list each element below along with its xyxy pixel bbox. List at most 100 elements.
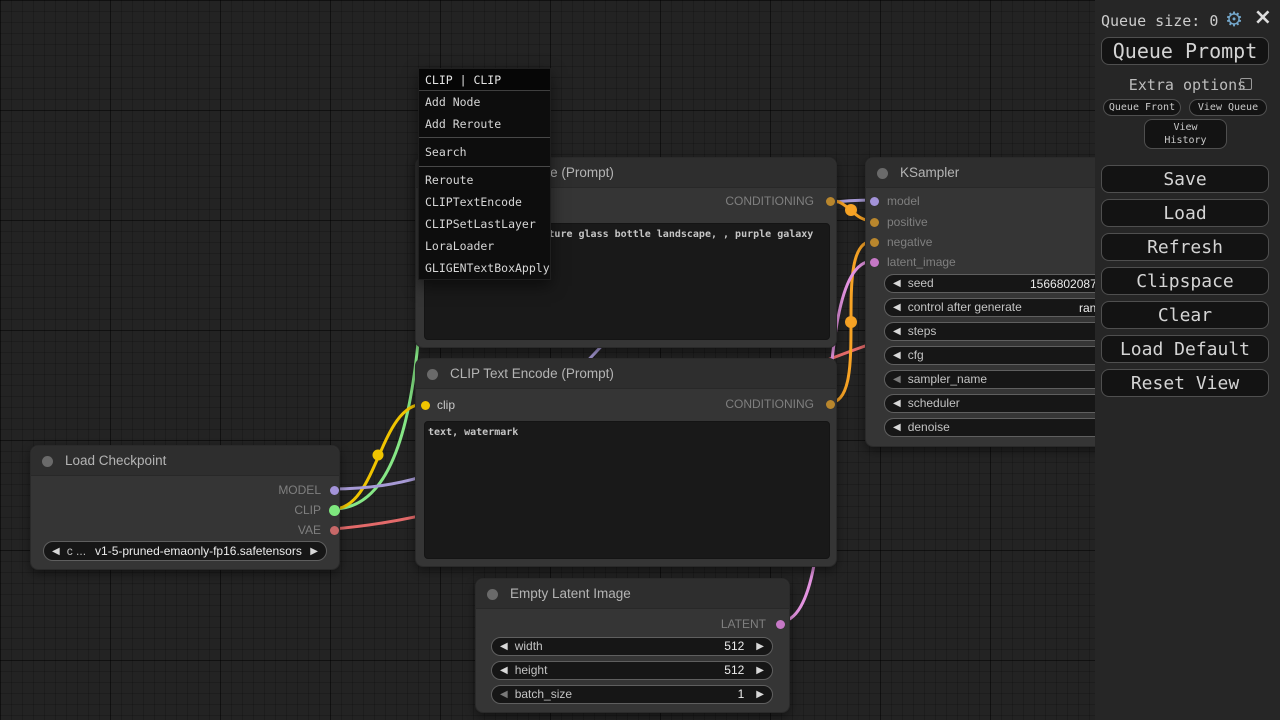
clipspace-button[interactable]: Clipspace <box>1101 267 1269 295</box>
node-title-bar[interactable]: Load Checkpoint <box>31 446 339 476</box>
widget-batch-size[interactable]: ◀ batch_size 1 ▶ <box>491 685 773 704</box>
input-dot-model[interactable] <box>870 197 879 206</box>
menu-item-add-reroute[interactable]: Add Reroute <box>419 113 550 135</box>
load-button[interactable]: Load <box>1101 199 1269 227</box>
input-label-negative: negative <box>887 235 932 249</box>
menu-item-add-node[interactable]: Add Node <box>419 91 550 113</box>
queue-size-label: Queue size: <box>1101 12 1200 30</box>
output-dot-latent[interactable] <box>776 620 785 629</box>
input-dot-clip[interactable] <box>421 401 430 410</box>
context-menu-title: CLIP | CLIP <box>419 69 550 91</box>
link-dot-positive[interactable] <box>845 204 857 216</box>
save-button[interactable]: Save <box>1101 165 1269 193</box>
reset-view-button[interactable]: Reset View <box>1101 369 1269 397</box>
link-dot-negative[interactable] <box>845 316 857 328</box>
increment-arrow-icon[interactable]: ▶ <box>756 689 764 700</box>
decrement-arrow-icon[interactable]: ◀ <box>893 398 901 409</box>
decrement-arrow-icon[interactable]: ◀ <box>893 350 901 361</box>
widget-value: v1-5-pruned-emaonly-fp16.safetensors <box>95 544 302 558</box>
widget-label: steps <box>908 324 937 338</box>
node-title: Load Checkpoint <box>65 453 166 468</box>
increment-arrow-icon[interactable]: ▶ <box>756 641 764 652</box>
decrement-arrow-icon[interactable]: ◀ <box>893 278 901 289</box>
output-dot-clip[interactable] <box>329 505 340 516</box>
widget-label: scheduler <box>908 396 960 410</box>
collapse-dot-icon[interactable] <box>42 456 53 467</box>
output-label-model: MODEL <box>241 483 321 497</box>
decrement-arrow-icon[interactable]: ◀ <box>893 422 901 433</box>
refresh-button[interactable]: Refresh <box>1101 233 1269 261</box>
node-title-bar[interactable]: Empty Latent Image <box>476 579 789 609</box>
decrement-arrow-icon[interactable]: ◀ <box>893 374 901 385</box>
close-icon[interactable]: × <box>1254 7 1272 29</box>
input-dot-positive[interactable] <box>870 218 879 227</box>
input-dot-negative[interactable] <box>870 238 879 247</box>
menu-item-cliptextencode[interactable]: CLIPTextEncode <box>419 191 550 213</box>
menu-item-loraloader[interactable]: LoraLoader <box>419 235 550 257</box>
input-dot-latent-image[interactable] <box>870 258 879 267</box>
widget-value: 512 <box>724 663 756 677</box>
prompt-textarea[interactable]: text, watermark <box>424 421 830 559</box>
widget-value: 1 <box>738 687 757 701</box>
widget-label: width <box>515 639 543 653</box>
output-dot-conditioning[interactable] <box>826 400 835 409</box>
widget-label: batch_size <box>515 687 572 701</box>
wire-clip-to-prompt1 <box>333 201 424 509</box>
view-queue-button[interactable]: View Queue <box>1189 99 1267 116</box>
decrement-arrow-icon[interactable]: ◀ <box>500 641 508 652</box>
input-label-positive: positive <box>887 215 928 229</box>
widget-height[interactable]: ◀ height 512 ▶ <box>491 661 773 680</box>
increment-arrow-icon[interactable]: ▶ <box>756 665 764 676</box>
extra-options-label: Extra options <box>1129 76 1246 94</box>
queue-size-row: Queue size: 0 ⚙ × <box>1101 10 1274 32</box>
menu-separator <box>419 166 550 167</box>
link-dot-yellow[interactable] <box>373 450 384 461</box>
output-dot-vae[interactable] <box>330 526 339 535</box>
output-dot-model[interactable] <box>330 486 339 495</box>
widget-label: seed <box>908 276 934 290</box>
node-title: CLIP Text Encode (Prompt) <box>450 366 614 381</box>
widget-label: denoise <box>908 420 950 434</box>
next-arrow-icon[interactable]: ▶ <box>310 546 318 557</box>
output-label-latent: LATENT <box>686 617 766 631</box>
gear-icon[interactable]: ⚙ <box>1225 8 1243 30</box>
menu-separator <box>419 137 550 138</box>
input-label-clip: clip <box>437 398 455 412</box>
extra-options-checkbox[interactable] <box>1240 78 1252 90</box>
sidebar: Queue size: 0 ⚙ × Queue Prompt Extra opt… <box>1095 0 1280 720</box>
node-title: KSampler <box>900 165 959 180</box>
view-history-button[interactable]: View History <box>1144 119 1227 149</box>
menu-item-search[interactable]: Search <box>419 140 550 164</box>
widget-value: 1566802087 <box>1030 277 1097 291</box>
collapse-dot-icon[interactable] <box>877 168 888 179</box>
node-empty-latent-image: Empty Latent Image LATENT ◀ width 512 ▶ … <box>475 578 790 713</box>
menu-item-reroute[interactable]: Reroute <box>419 169 550 191</box>
extra-options-row: Extra options <box>1095 76 1280 92</box>
queue-prompt-button[interactable]: Queue Prompt <box>1101 37 1269 65</box>
node-title: Empty Latent Image <box>510 586 631 601</box>
output-dot-conditioning[interactable] <box>826 197 835 206</box>
prev-arrow-icon[interactable]: ◀ <box>52 546 60 557</box>
widget-value: 512 <box>724 639 756 653</box>
menu-item-clipsetlastlayer[interactable]: CLIPSetLastLayer <box>419 213 550 235</box>
queue-front-button[interactable]: Queue Front <box>1103 99 1181 116</box>
node-load-checkpoint: Load Checkpoint MODEL CLIP VAE ◀ c ... v… <box>30 445 340 570</box>
view-history-label: View History <box>1160 121 1212 147</box>
decrement-arrow-icon[interactable]: ◀ <box>500 689 508 700</box>
decrement-arrow-icon[interactable]: ◀ <box>893 302 901 313</box>
menu-item-gligentextboxapply[interactable]: GLIGENTextBoxApply <box>419 257 550 279</box>
load-default-button[interactable]: Load Default <box>1101 335 1269 363</box>
input-label-model: model <box>887 194 920 208</box>
widget-label: cfg <box>908 348 924 362</box>
queue-size-value: 0 <box>1209 12 1218 30</box>
decrement-arrow-icon[interactable]: ◀ <box>893 326 901 337</box>
decrement-arrow-icon[interactable]: ◀ <box>500 665 508 676</box>
widget-width[interactable]: ◀ width 512 ▶ <box>491 637 773 656</box>
clear-button[interactable]: Clear <box>1101 301 1269 329</box>
widget-ckpt-name[interactable]: ◀ c ... v1-5-pruned-emaonly-fp16.safeten… <box>43 541 327 561</box>
collapse-dot-icon[interactable] <box>427 369 438 380</box>
node-title-bar[interactable]: CLIP Text Encode (Prompt) <box>416 359 836 389</box>
collapse-dot-icon[interactable] <box>487 589 498 600</box>
output-label-conditioning: CONDITIONING <box>694 194 814 208</box>
output-label-vae: VAE <box>241 523 321 537</box>
